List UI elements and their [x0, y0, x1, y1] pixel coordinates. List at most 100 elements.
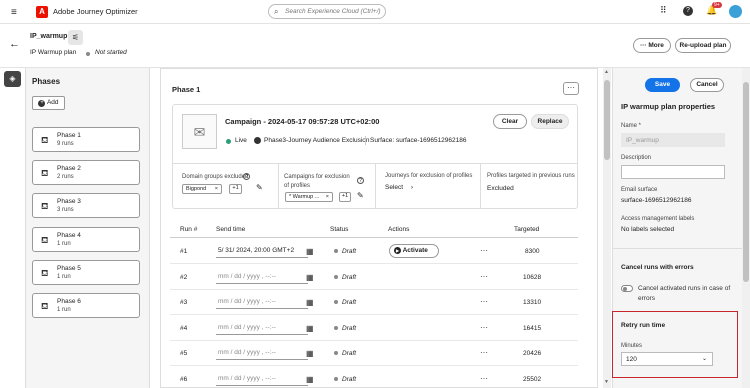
- run-status-label: Draft: [342, 299, 357, 306]
- phases-title: Phases: [32, 77, 61, 86]
- send-time-input[interactable]: mm / dd / yyyy , --:--: [216, 271, 308, 284]
- send-time-value: 5/ 31/ 2024, 20:00 GMT+2: [218, 247, 295, 254]
- live-dot: [226, 139, 231, 144]
- send-time-value: mm / dd / yyyy , --:--: [218, 273, 276, 280]
- help-icon[interactable]: ?: [683, 6, 693, 16]
- menu-icon[interactable]: ≡: [11, 7, 17, 18]
- main-scrollbar[interactable]: ▲ ▼: [603, 68, 611, 388]
- apps-grid-icon[interactable]: ⠿: [660, 5, 667, 16]
- search-input[interactable]: ⌕ Search Experience Cloud (Ctrl+/): [268, 4, 386, 19]
- send-time-input[interactable]: mm / dd / yyyy , --:--: [216, 347, 308, 360]
- add-label: Add: [46, 99, 59, 106]
- status-dot: [334, 275, 338, 280]
- divider: [480, 164, 481, 209]
- back-arrow-icon[interactable]: ←: [9, 38, 20, 50]
- domain-tag[interactable]: Bigpond ×: [182, 184, 222, 194]
- help-icon[interactable]: ?: [243, 173, 250, 180]
- layers-icon[interactable]: ◈: [4, 71, 21, 87]
- campaigns-exclusion-label: Campaigns for exclusion of profiles: [284, 174, 350, 189]
- help-icon[interactable]: ?: [357, 177, 364, 184]
- phase-runs: 1 run: [57, 241, 71, 247]
- phase-card[interactable]: ⛾ Phase 5 1 run: [32, 260, 140, 285]
- calendar-icon[interactable]: ▦: [306, 273, 314, 282]
- table-row: #3 mm / dd / yyyy , --:-- ▦ Draft ··· 13…: [170, 290, 578, 315]
- targeted-count: 10628: [523, 274, 542, 281]
- row-more-icon[interactable]: ···: [480, 323, 488, 332]
- run-number: #6: [180, 376, 188, 383]
- add-phase-button[interactable]: + Add: [32, 96, 65, 110]
- run-status-label: Draft: [342, 274, 357, 281]
- properties-title: IP warmup plan properties: [621, 102, 716, 111]
- send-time-input[interactable]: 5/ 31/ 2024, 20:00 GMT+2: [216, 245, 308, 258]
- run-number: #1: [180, 248, 188, 255]
- edit-pencil-icon[interactable]: ✎: [357, 191, 364, 200]
- left-rail: ◈: [0, 68, 26, 388]
- plan-name: IP_warmup: [30, 33, 68, 40]
- phase-card[interactable]: ⛾ Phase 6 1 run: [32, 293, 140, 318]
- run-status: Draft: [334, 376, 356, 383]
- calendar-icon[interactable]: ▦: [306, 247, 314, 256]
- phase-runs: 9 runs: [57, 141, 74, 147]
- scroll-down-icon[interactable]: ▼: [604, 379, 609, 385]
- header-targeted: Targeted: [514, 226, 540, 233]
- scrollbar-thumb[interactable]: [743, 82, 749, 282]
- send-time-input[interactable]: mm / dd / yyyy , --:--: [216, 296, 308, 309]
- campaigns-tag-label: * Warmup ...: [289, 194, 320, 200]
- calendar-icon[interactable]: ▦: [306, 298, 314, 307]
- more-button[interactable]: ··· More: [633, 38, 671, 53]
- phase-card[interactable]: ⛾ Phase 3 3 runs: [32, 193, 140, 218]
- phase-card[interactable]: ⛾ Phase 2 2 runs: [32, 160, 140, 185]
- campaigns-tag[interactable]: * Warmup ... ×: [285, 192, 333, 202]
- description-field[interactable]: [621, 165, 725, 179]
- settings-sliders-icon[interactable]: ⚟: [68, 30, 83, 45]
- row-more-icon[interactable]: ···: [480, 297, 488, 306]
- minutes-label: Minutes: [621, 343, 643, 349]
- section-divider: [612, 248, 750, 249]
- more-dots-icon: ···: [640, 42, 647, 49]
- cancel-button[interactable]: Cancel: [690, 78, 724, 92]
- save-button[interactable]: Save: [645, 78, 680, 92]
- table-row: #6 mm / dd / yyyy , --:-- ▦ Draft ··· 25…: [170, 367, 578, 388]
- row-more-icon[interactable]: ···: [480, 348, 488, 357]
- activate-button[interactable]: ▶ Activate: [389, 244, 439, 258]
- phase-name: Phase 5: [57, 265, 81, 272]
- row-more-icon[interactable]: ···: [480, 272, 488, 281]
- reupload-plan-button[interactable]: Re-upload plan: [675, 38, 731, 53]
- phase-card[interactable]: ⛾ Phase 4 1 run: [32, 227, 140, 252]
- phase-icon: ⛾: [41, 268, 49, 278]
- avatar[interactable]: [729, 5, 742, 18]
- row-more-icon[interactable]: ···: [480, 374, 488, 383]
- scrollbar-thumb[interactable]: [604, 80, 610, 160]
- run-status: Draft: [334, 325, 356, 332]
- phase-card[interactable]: ⛾ Phase 1 9 runs: [32, 127, 140, 152]
- phase-more-button[interactable]: ···: [563, 82, 579, 95]
- plan-status: Not started: [95, 49, 127, 56]
- name-value: IP_warmup: [626, 137, 659, 144]
- campaign-title[interactable]: Campaign - 2024-05-17 09:57:28 UTC+02:00: [225, 117, 379, 126]
- status-dot: [86, 52, 90, 56]
- phase-name: Phase 4: [57, 232, 81, 239]
- domain-more-tag[interactable]: +1: [229, 184, 242, 194]
- calendar-icon[interactable]: ▦: [306, 324, 314, 333]
- edit-pencil-icon[interactable]: ✎: [256, 183, 263, 192]
- run-number: #4: [180, 325, 188, 332]
- table-row: #2 mm / dd / yyyy , --:-- ▦ Draft ··· 10…: [170, 265, 578, 290]
- adobe-logo[interactable]: A: [36, 6, 48, 18]
- replace-button[interactable]: Replace: [531, 114, 569, 129]
- row-more-icon[interactable]: ···: [480, 246, 488, 255]
- scroll-up-icon[interactable]: ▲: [604, 69, 609, 75]
- clear-button[interactable]: Clear: [493, 114, 527, 129]
- right-scrollbar[interactable]: [742, 68, 750, 388]
- cancel-runs-toggle[interactable]: [621, 285, 633, 292]
- remove-tag-icon[interactable]: ×: [215, 186, 218, 192]
- calendar-icon[interactable]: ▦: [306, 375, 314, 384]
- campaigns-more-tag[interactable]: +1: [339, 192, 351, 202]
- send-time-input[interactable]: mm / dd / yyyy , --:--: [216, 373, 308, 386]
- send-time-input[interactable]: mm / dd / yyyy , --:--: [216, 322, 308, 335]
- minutes-select[interactable]: 120 ⌄: [621, 352, 713, 366]
- journeys-select[interactable]: Select ›: [385, 184, 413, 191]
- remove-tag-icon[interactable]: ×: [326, 194, 329, 200]
- chevron-down-icon: ⌄: [701, 356, 707, 362]
- run-number: #5: [180, 350, 188, 357]
- calendar-icon[interactable]: ▦: [306, 349, 314, 358]
